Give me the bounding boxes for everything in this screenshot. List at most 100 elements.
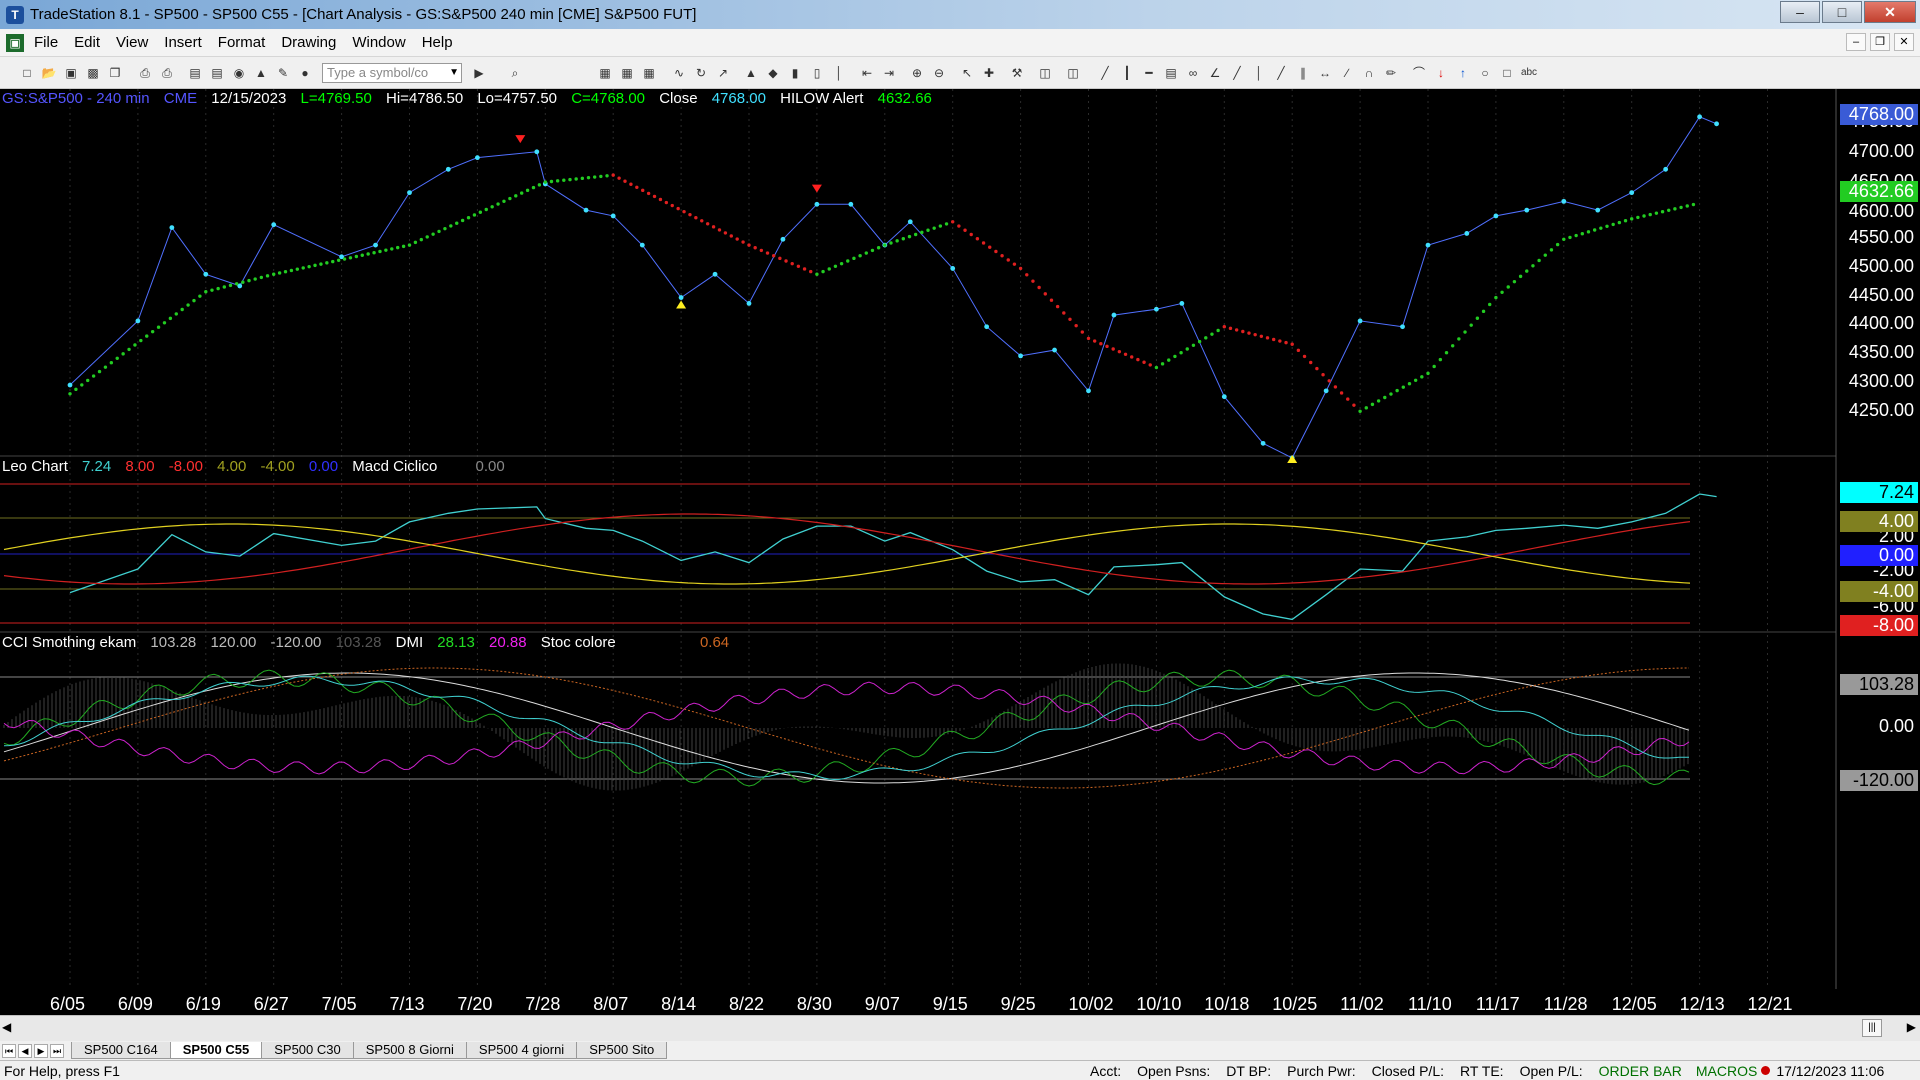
- arrow-icon[interactable]: ↔: [1316, 64, 1334, 82]
- hilow-dot: [815, 272, 819, 276]
- open-icon[interactable]: 📂: [40, 64, 58, 82]
- date-tick-label: 7/28: [525, 994, 561, 1014]
- crosshair-icon[interactable]: ✚: [980, 64, 998, 82]
- chevron-down-icon[interactable]: ▼: [449, 64, 459, 82]
- table-icon[interactable]: ▦: [640, 64, 658, 82]
- hilow-dot: [1043, 292, 1047, 296]
- fibonacci-icon[interactable]: ∞: [1184, 64, 1202, 82]
- mdi-minimize-button[interactable]: –: [1846, 33, 1866, 51]
- indicator-icon[interactable]: ▲: [742, 64, 760, 82]
- save-all-icon[interactable]: ▩: [84, 64, 102, 82]
- order-bar-button[interactable]: ORDER BAR: [1599, 1063, 1682, 1079]
- hilow-dot: [963, 228, 967, 232]
- tab-next-icon[interactable]: ▶: [34, 1043, 48, 1058]
- tab-sp500-sito[interactable]: SP500 Sito: [576, 1042, 668, 1059]
- refresh-icon[interactable]: ↻: [692, 64, 710, 82]
- window-stack-icon[interactable]: ▤: [208, 64, 226, 82]
- andrews-icon[interactable]: │: [1250, 64, 1268, 82]
- menu-edit[interactable]: Edit: [66, 34, 108, 51]
- scroll-left-icon[interactable]: ⇤: [858, 64, 876, 82]
- print-icon[interactable]: ⎙: [136, 64, 154, 82]
- trendline-icon[interactable]: ╱: [1096, 64, 1114, 82]
- rectangle-icon[interactable]: □: [1498, 64, 1516, 82]
- window-icon[interactable]: ▤: [186, 64, 204, 82]
- regression-icon[interactable]: ╱: [1272, 64, 1290, 82]
- bars-icon[interactable]: ▮: [786, 64, 804, 82]
- parallel-icon[interactable]: ∥: [1294, 64, 1312, 82]
- copy-icon[interactable]: ❐: [106, 64, 124, 82]
- text-icon[interactable]: abc: [1520, 64, 1538, 82]
- gann-icon[interactable]: ╱: [1228, 64, 1246, 82]
- menu-format[interactable]: Format: [210, 34, 274, 51]
- tab-sp500-4-giorni[interactable]: SP500 4 giorni: [465, 1042, 578, 1059]
- tab-first-icon[interactable]: ⏮: [2, 1043, 16, 1058]
- drawing-objects-icon[interactable]: ◫: [1064, 64, 1082, 82]
- hilow-dot: [729, 234, 733, 238]
- grid2-icon[interactable]: ▦: [618, 64, 636, 82]
- cycle-icon[interactable]: ∩: [1360, 64, 1378, 82]
- tab-sp500-c55[interactable]: SP500 C55: [169, 1042, 263, 1059]
- scroll-left-arrow-icon[interactable]: ◀: [2, 1020, 11, 1034]
- menu-insert[interactable]: Insert: [156, 34, 210, 51]
- minimize-button[interactable]: –: [1780, 1, 1820, 23]
- zoom-out-icon[interactable]: ⊖: [930, 64, 948, 82]
- macros-button[interactable]: MACROS: [1696, 1063, 1757, 1079]
- menu-view[interactable]: View: [108, 34, 156, 51]
- ellipse-icon[interactable]: ○: [1476, 64, 1494, 82]
- date-tick-label: 8/07: [593, 994, 629, 1014]
- strategy-icon[interactable]: ◆: [764, 64, 782, 82]
- globe-icon[interactable]: ●: [296, 64, 314, 82]
- ohlc-icon[interactable]: │: [830, 64, 848, 82]
- tab-prev-icon[interactable]: ◀: [18, 1043, 32, 1058]
- fan-icon[interactable]: ∠: [1206, 64, 1224, 82]
- data-window-icon[interactable]: ◫: [1036, 64, 1054, 82]
- symbol-input[interactable]: Type a symbol/co ▼: [322, 62, 462, 83]
- tab-sp500-c30[interactable]: SP500 C30: [261, 1042, 354, 1059]
- search-chart-icon[interactable]: ⌕: [506, 64, 524, 82]
- arrow-down-icon[interactable]: ↓: [1432, 64, 1450, 82]
- zoom-in-icon[interactable]: ⊕: [908, 64, 926, 82]
- mdi-close-button[interactable]: ✕: [1894, 33, 1914, 51]
- save-icon[interactable]: ▣: [62, 64, 80, 82]
- paint-icon[interactable]: ✎: [274, 64, 292, 82]
- arrow-up-icon[interactable]: ↑: [1454, 64, 1472, 82]
- tab-sp500-c164[interactable]: SP500 C164: [71, 1042, 171, 1059]
- menu-window[interactable]: Window: [344, 34, 413, 51]
- scroll-right-arrow-icon[interactable]: ▶: [1907, 1020, 1916, 1034]
- maximize-button[interactable]: □: [1822, 1, 1862, 23]
- tab-sp500-8-giorni[interactable]: SP500 8 Giorni: [352, 1042, 467, 1059]
- chart-area[interactable]: GS:S&P500 - 240 min CME 12/15/2023 L=476…: [0, 89, 1920, 1015]
- channel-icon[interactable]: ▤: [1162, 64, 1180, 82]
- menu-file[interactable]: File: [26, 34, 66, 51]
- speed-lines-icon[interactable]: ∕: [1338, 64, 1356, 82]
- chart-canvas[interactable]: [0, 89, 1920, 1015]
- menu-drawing[interactable]: Drawing: [273, 34, 344, 51]
- play-icon[interactable]: ▶: [470, 64, 488, 82]
- close-button[interactable]: ✕: [1864, 1, 1916, 23]
- mdi-restore-button[interactable]: ❐: [1870, 33, 1890, 51]
- hilow-dot: [1364, 406, 1368, 410]
- horizontal-scrollbar[interactable]: ◀ ||| ▶: [0, 1015, 1920, 1041]
- print-preview-icon[interactable]: ⎙: [158, 64, 176, 82]
- menu-help[interactable]: Help: [414, 34, 461, 51]
- hilow-dot: [611, 173, 615, 177]
- grid-icon[interactable]: ▦: [596, 64, 614, 82]
- export-icon[interactable]: ↗: [714, 64, 732, 82]
- pointer-icon[interactable]: ↖: [958, 64, 976, 82]
- tools-icon[interactable]: ⚒: [1008, 64, 1026, 82]
- chart-icon[interactable]: ▲: [252, 64, 270, 82]
- symbol-label: GS:S&P500 - 240 min: [2, 90, 150, 107]
- scroll-right-icon[interactable]: ⇥: [880, 64, 898, 82]
- candles-icon[interactable]: ▯: [808, 64, 826, 82]
- hilow-dot: [1068, 317, 1072, 322]
- new-icon[interactable]: □: [18, 64, 36, 82]
- vertical-line-icon[interactable]: ┃: [1118, 64, 1136, 82]
- pencil-icon[interactable]: ✏: [1382, 64, 1400, 82]
- lock-icon[interactable]: ◉: [230, 64, 248, 82]
- date-tick-label: 11/17: [1475, 994, 1520, 1014]
- curve-icon[interactable]: ⌒: [1410, 64, 1428, 82]
- scroll-thumb[interactable]: |||: [1862, 1019, 1882, 1037]
- tab-last-icon[interactable]: ⏭: [50, 1043, 64, 1058]
- horizontal-line-icon[interactable]: ━: [1140, 64, 1158, 82]
- wave-icon[interactable]: ∿: [670, 64, 688, 82]
